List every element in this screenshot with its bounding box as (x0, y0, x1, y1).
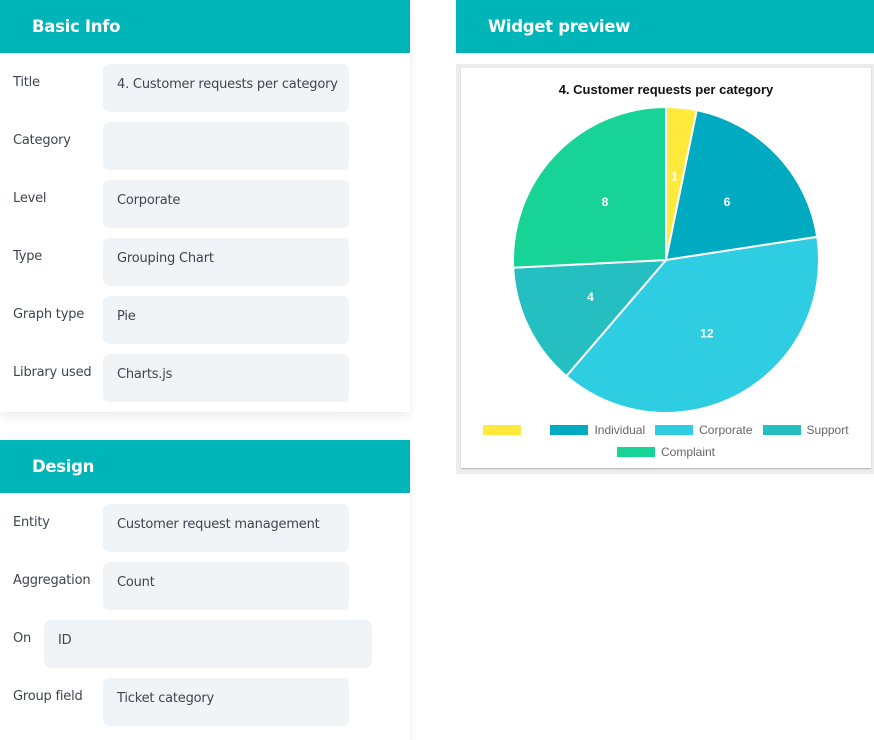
group-field-label: Group field (13, 689, 83, 704)
pie-data-label: 1 (671, 169, 678, 183)
pie-data-label: 4 (587, 290, 594, 304)
title-row: Title 4. Customer requests per category (0, 53, 410, 112)
entity-field[interactable]: Customer request management (103, 504, 349, 552)
level-label: Level (13, 191, 47, 206)
widget-preview-header: Widget preview (456, 0, 874, 53)
graph-type-label: Graph type (13, 307, 85, 322)
on-field[interactable]: ID (44, 620, 372, 668)
title-label: Title (13, 75, 40, 90)
type-field[interactable]: Grouping Chart (103, 238, 349, 286)
legend-item[interactable]: Support (762, 423, 849, 437)
pie-data-label: 8 (602, 195, 609, 209)
aggregation-row: Aggregation Count (0, 551, 410, 610)
legend-swatch (762, 425, 801, 435)
chart-container: 4. Customer requests per category 1 6 12 4 8… (461, 68, 871, 468)
level-row: Level Corporate (0, 169, 410, 228)
group-field-row: Group field Ticket category (0, 667, 410, 726)
aggregation-field[interactable]: Count (103, 562, 349, 610)
legend-label: Complaint (660, 445, 716, 459)
entity-row: Entity Customer request management (0, 493, 410, 552)
on-row: On ID (0, 609, 410, 668)
legend-swatch (483, 425, 522, 435)
legend-row: Complaint (461, 445, 871, 460)
pie-data-label: 6 (724, 195, 731, 209)
type-row: Type Grouping Chart (0, 227, 410, 286)
on-label: On (13, 631, 32, 646)
legend-label: Corporate (699, 423, 753, 437)
type-label: Type (13, 249, 43, 264)
title-field[interactable]: 4. Customer requests per category (103, 64, 349, 112)
legend-label: Support (806, 423, 849, 437)
legend-item[interactable] (483, 425, 527, 435)
entity-label: Entity (13, 515, 50, 530)
pie-chart: 1 6 12 4 8 (512, 105, 820, 414)
basic-info-header: Basic Info (0, 0, 410, 53)
legend-item[interactable]: Corporate (655, 423, 753, 437)
graph-type-row: Graph type Pie (0, 285, 410, 344)
legend-item[interactable]: Individual (550, 423, 645, 437)
level-field[interactable]: Corporate (103, 180, 349, 228)
graph-type-field[interactable]: Pie (103, 296, 349, 344)
category-row: Category (0, 111, 410, 170)
design-header: Design (0, 440, 410, 493)
legend-item[interactable]: Complaint (616, 445, 716, 459)
library-used-field[interactable]: Charts.js (103, 354, 349, 402)
legend-row: Individual Corporate Support (461, 423, 871, 438)
category-label: Category (13, 133, 71, 148)
widget-preview-frame: 4. Customer requests per category 1 6 12 4 8… (456, 64, 874, 474)
library-used-row: Library used Charts.js (0, 343, 410, 402)
library-used-label: Library used (13, 365, 92, 380)
pie-data-label: 12 (700, 327, 714, 341)
legend-swatch (616, 447, 655, 457)
legend-swatch (655, 425, 694, 435)
aggregation-label: Aggregation (13, 573, 91, 588)
design-panel: Design Entity Customer request managemen… (0, 440, 410, 740)
category-field[interactable] (103, 122, 349, 170)
basic-info-panel: Basic Info Title 4. Customer requests pe… (0, 0, 410, 412)
legend-label: Individual (594, 423, 646, 437)
pie-slice-complaint[interactable] (512, 105, 667, 269)
group-field-field[interactable]: Ticket category (103, 678, 349, 726)
legend-swatch (550, 425, 589, 435)
